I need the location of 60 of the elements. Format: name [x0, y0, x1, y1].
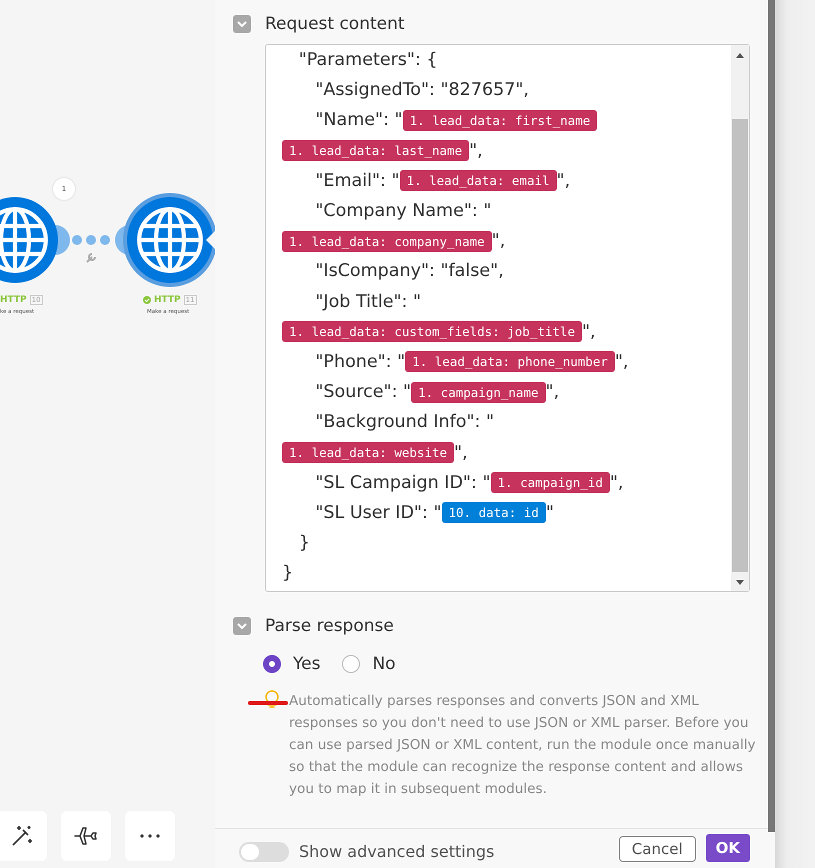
scrollbar-thumb[interactable] — [732, 119, 748, 572]
code-text: "Name": " — [314, 110, 403, 130]
scroll-down-icon[interactable] — [736, 580, 744, 585]
mapped-variable-tag: 1. lead_data: last_name — [282, 140, 470, 162]
annotation-strike-line — [248, 701, 288, 705]
code-text: "Source": " — [314, 382, 412, 402]
hint-text: Automatically parses responses and converts JSON and XML responses so you don't need to use JSON or XML parser. Before you can use parsed JSON or XML content, run the module once manually so that the module can recognize the response content and allows you to map it in subsequent modules. — [289, 692, 757, 799]
code-text: } — [282, 563, 294, 584]
mapped-variable-tag: 1. campaign_name — [411, 382, 546, 403]
mapped-variable-tag: 1. campaign_id — [490, 472, 610, 494]
mapped-variable-tag: 1. lead_data: custom_fields: job_title — [282, 321, 582, 342]
toolbar-button[interactable] — [0, 811, 47, 861]
code-text: ", — [582, 322, 596, 342]
mapped-variable-tag: 1. lead_data: first_name — [402, 110, 598, 131]
cancel-button[interactable]: Cancel — [618, 836, 696, 862]
code-text: ", — [610, 472, 624, 493]
module-name: HTTP — [154, 295, 181, 305]
code-text: "AssignedTo": "827657", — [314, 80, 529, 100]
collapse-toggle[interactable] — [233, 15, 251, 33]
code-text: "Background Info": " — [314, 412, 494, 432]
mapped-variable-tag: 1. lead_data: website — [282, 442, 454, 464]
mapped-variable-tag: 10. data: id — [442, 502, 546, 524]
code-text: "Job Title": " — [314, 292, 422, 312]
more-icon — [140, 834, 160, 838]
code-text: ", — [469, 140, 483, 161]
section-title: Request content — [265, 14, 405, 34]
advanced-settings-toggle[interactable] — [239, 842, 289, 862]
code-text: "Parameters": { — [298, 50, 438, 70]
code-text: " — [546, 502, 554, 523]
lightbulb-icon — [265, 690, 279, 710]
radio-option[interactable]: No — [342, 654, 396, 674]
code-text: "Email": " — [314, 170, 400, 191]
globe-node[interactable] — [120, 190, 215, 290]
toolbar-button[interactable] — [61, 811, 111, 861]
mapped-variable-tag: 1. lead_data: company_name — [282, 230, 492, 252]
scroll-up-icon[interactable] — [736, 53, 744, 58]
code-text: "Company Name": " — [314, 201, 492, 222]
collapse-toggle[interactable] — [233, 617, 251, 635]
code-text: "IsCompany": "false", — [314, 261, 504, 282]
mapped-variable-tag: 1. lead_data: phone_number — [405, 351, 615, 372]
code-text: "SL User ID": " — [314, 502, 442, 523]
toggle-label: Show advanced settings — [299, 842, 496, 862]
scrollbar[interactable] — [768, 0, 775, 832]
code-text: ", — [546, 382, 560, 402]
code-text: "Phone": " — [314, 352, 406, 372]
code-editor[interactable] — [265, 44, 750, 592]
section-title: Parse response — [265, 616, 394, 636]
chevron-down-icon — [236, 20, 248, 28]
code-text: } — [298, 533, 310, 554]
code-text: ", — [556, 170, 570, 191]
ok-button[interactable]: OK — [706, 834, 750, 862]
module-name: HTTP — [0, 295, 27, 305]
code-text: ", — [454, 442, 468, 463]
code-text: "SL Campaign ID": " — [314, 472, 490, 493]
code-text: ", — [614, 352, 628, 372]
radio-option[interactable]: Yes — [263, 654, 320, 674]
chevron-down-icon — [236, 622, 248, 630]
mapped-variable-tag: 1. lead_data: email — [400, 170, 557, 192]
code-text: ", — [492, 231, 506, 252]
wrench-icon — [86, 253, 96, 263]
